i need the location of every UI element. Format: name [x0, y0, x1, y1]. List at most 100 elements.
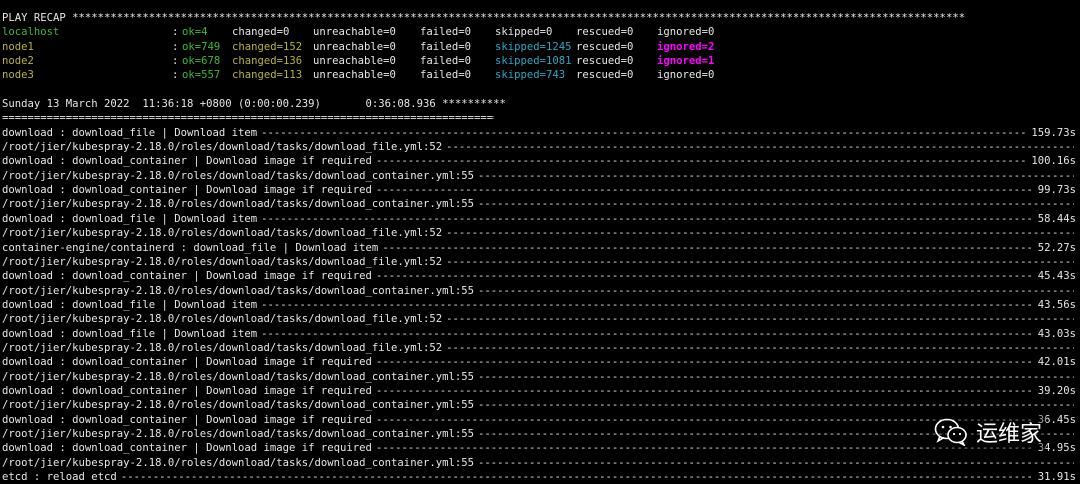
recap-failed: failed=0	[420, 40, 472, 53]
recap-ok: ok=749	[182, 40, 221, 53]
task-path: /root/jier/kubespray-2.18.0/roles/downlo…	[2, 169, 474, 182]
task-name: download : download_file | Download item	[2, 298, 258, 311]
task-row: download : download_container | Download…	[2, 384, 1078, 398]
task-row: download : download_container | Download…	[2, 441, 1078, 455]
dash-leader: ----------------------------------------…	[477, 370, 1074, 383]
dash-leader: ----------------------------------------…	[261, 298, 1034, 311]
task-row: download : download_file | Download item…	[2, 298, 1078, 312]
recap-failed: failed=0	[420, 55, 472, 68]
task-duration: 159.73s	[1031, 126, 1076, 139]
task-timing-list: download : download_file | Download item…	[2, 126, 1078, 484]
task-name: download : download_container | Download…	[2, 184, 372, 197]
dash-leader: ----------------------------------------…	[375, 356, 1034, 369]
task-path: /root/jier/kubespray-2.18.0/roles/downlo…	[2, 313, 443, 326]
task-row: download : download_container | Download…	[2, 183, 1078, 197]
task-path: /root/jier/kubespray-2.18.0/roles/downlo…	[2, 198, 474, 211]
recap-host: node1	[2, 40, 34, 53]
recap-unreachable: unreachable=0	[313, 69, 396, 82]
task-duration: 99.73s	[1037, 184, 1076, 197]
task-name: download : download_file | Download item	[2, 126, 258, 139]
dash-leader: ----------------------------------------…	[375, 384, 1034, 397]
recap-rescued: rescued=0	[576, 69, 634, 82]
task-name: download : download_container | Download…	[2, 442, 372, 455]
task-path: /root/jier/kubespray-2.18.0/roles/downlo…	[2, 427, 474, 440]
dash-leader: ----------------------------------------…	[261, 327, 1034, 340]
dash-leader: ----------------------------------------…	[477, 198, 1074, 211]
recap-ok: ok=4	[182, 26, 208, 39]
task-path-row: /root/jier/kubespray-2.18.0/roles/downlo…	[2, 284, 1078, 298]
recap-ok: ok=678	[182, 55, 221, 68]
dash-leader: ----------------------------------------…	[477, 399, 1074, 412]
task-path: /root/jier/kubespray-2.18.0/roles/downlo…	[2, 284, 474, 297]
dash-leader: ----------------------------------------…	[375, 270, 1034, 283]
recap-skipped: skipped=1081	[495, 55, 572, 68]
watermark-text: 运维家	[975, 422, 1042, 447]
recap-rescued: rescued=0	[576, 40, 634, 53]
task-name: download : download_container | Download…	[2, 413, 372, 426]
task-path-row: /root/jier/kubespray-2.18.0/roles/downlo…	[2, 456, 1078, 470]
task-row: download : download_container | Download…	[2, 413, 1078, 427]
recap-changed: changed=113	[232, 69, 303, 82]
recap-host: localhost	[2, 26, 60, 39]
task-name: download : download_container | Download…	[2, 270, 372, 283]
dash-leader: ----------------------------------------…	[382, 241, 1033, 254]
recap-row: node1: ok=749 changed=152 unreachable=0 fail…	[2, 40, 1078, 54]
task-name: container-engine/containerd : download_f…	[2, 241, 379, 254]
recap-rescued: rescued=0	[576, 55, 634, 68]
recap-colon: :	[172, 40, 179, 53]
task-duration: 52.27s	[1037, 241, 1076, 254]
dash-leader: ----------------------------------------…	[375, 155, 1027, 168]
recap-header: PLAY RECAP *****************************…	[2, 12, 966, 24]
recap-colon: :	[172, 55, 179, 68]
task-path: /root/jier/kubespray-2.18.0/roles/downlo…	[2, 370, 474, 383]
dash-leader: ----------------------------------------…	[477, 456, 1074, 469]
recap-colon: :	[172, 69, 179, 82]
dash-leader: ----------------------------------------…	[120, 471, 1034, 483]
task-name: download : download_container | Download…	[2, 155, 372, 168]
dash-leader: ----------------------------------------…	[477, 169, 1074, 182]
task-row: download : download_file | Download item…	[2, 327, 1078, 341]
recap-changed: changed=152	[232, 40, 303, 53]
task-path-row: /root/jier/kubespray-2.18.0/roles/downlo…	[2, 427, 1078, 441]
recap-row: node2: ok=678 changed=136 unreachable=0 fail…	[2, 54, 1078, 68]
task-path-row: /root/jier/kubespray-2.18.0/roles/downlo…	[2, 140, 1078, 154]
recap-host: node2	[2, 55, 34, 68]
recap-changed: changed=0	[232, 26, 290, 39]
task-path-row: /root/jier/kubespray-2.18.0/roles/downlo…	[2, 341, 1078, 355]
task-name: etcd : reload etcd	[2, 471, 117, 483]
task-path: /root/jier/kubespray-2.18.0/roles/downlo…	[2, 141, 443, 154]
task-path: /root/jier/kubespray-2.18.0/roles/downlo…	[2, 341, 443, 354]
recap-rescued: rescued=0	[576, 26, 634, 39]
recap-host: node3	[2, 69, 34, 82]
recap-failed: failed=0	[420, 26, 472, 39]
recap-ignored: ignored=0	[657, 69, 715, 82]
recap-unreachable: unreachable=0	[313, 55, 396, 68]
separator-line: ========================================…	[2, 112, 494, 125]
task-row: download : download_container | Download…	[2, 154, 1078, 168]
timestamp-line: Sunday 13 March 2022 11:36:18 +0800 (0:0…	[2, 98, 506, 111]
task-path-row: /root/jier/kubespray-2.18.0/roles/downlo…	[2, 169, 1078, 183]
task-path: /root/jier/kubespray-2.18.0/roles/downlo…	[2, 399, 474, 412]
recap-skipped: skipped=0	[495, 26, 553, 39]
recap-ignored: ignored=2	[657, 40, 715, 53]
task-row: download : download_file | Download item…	[2, 212, 1078, 226]
recap-ignored: ignored=1	[657, 55, 715, 68]
recap-unreachable: unreachable=0	[313, 40, 396, 53]
recap-row: localhost: ok=4 changed=0 unreachable=0 fail…	[2, 25, 1078, 39]
dash-leader: ----------------------------------------…	[261, 126, 1028, 139]
task-name: download : download_container | Download…	[2, 384, 372, 397]
task-path-row: /root/jier/kubespray-2.18.0/roles/downlo…	[2, 197, 1078, 211]
dash-leader: ----------------------------------------…	[446, 227, 1074, 240]
task-path-row: /root/jier/kubespray-2.18.0/roles/downlo…	[2, 255, 1078, 269]
task-path-row: /root/jier/kubespray-2.18.0/roles/downlo…	[2, 370, 1078, 384]
recap-changed: changed=136	[232, 55, 303, 68]
terminal-output: PLAY RECAP *****************************…	[2, 11, 1078, 484]
recap-failed: failed=0	[420, 69, 472, 82]
dash-leader: ----------------------------------------…	[446, 255, 1074, 268]
task-path-row: /root/jier/kubespray-2.18.0/roles/downlo…	[2, 312, 1078, 326]
dash-leader: ----------------------------------------…	[446, 141, 1074, 154]
task-name: download : download_container | Download…	[2, 356, 372, 369]
task-duration: 31.91s	[1037, 471, 1076, 483]
task-duration: 100.16s	[1031, 155, 1076, 168]
recap-skipped: skipped=1245	[495, 40, 572, 53]
